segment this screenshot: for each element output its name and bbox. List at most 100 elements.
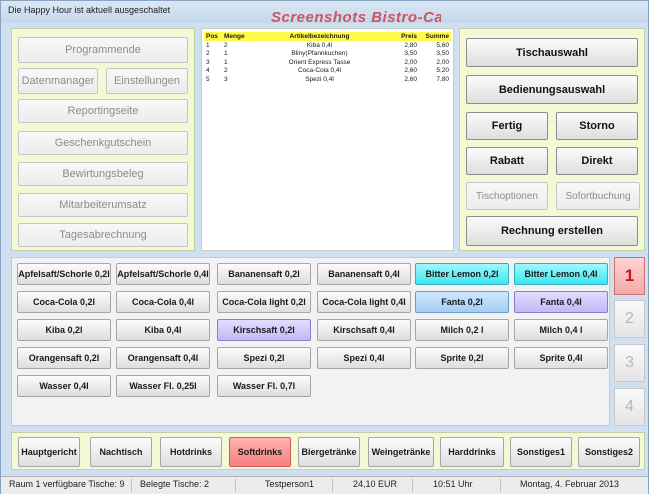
order-preis: 2,00 [404, 58, 417, 66]
order-pos: 1 [206, 41, 210, 49]
order-artikel: Spezi 0,4l [305, 75, 334, 83]
status-uhrzeit: 10:51 Uhr [429, 479, 501, 492]
product-apfelsaft-0-2[interactable]: Apfelsaft/Schorle 0,2l [17, 263, 111, 285]
action-panel: Tischauswahl Bedienungsauswahl Fertig St… [459, 28, 645, 251]
category-weingetraenke[interactable]: Weingetränke [368, 437, 434, 467]
order-preis: 3,50 [404, 50, 417, 58]
programmende-button[interactable]: Programmende [18, 37, 188, 63]
direkt-button[interactable]: Direkt [556, 147, 638, 175]
app-window: Die Happy Hour ist aktuell ausgeschaltet… [0, 0, 649, 494]
order-menge: 1 [224, 50, 228, 58]
order-artikel: Kiba 0,4l [306, 41, 333, 49]
product-sprite-0-2[interactable]: Sprite 0,2l [415, 347, 509, 369]
product-milch-0-2[interactable]: Milch 0,2 l [415, 319, 509, 341]
product-kiba-0-4[interactable]: Kiba 0,4l [116, 319, 210, 341]
category-sonstiges1[interactable]: Sonstiges1 [510, 437, 572, 467]
page-2-button[interactable]: 2 [614, 300, 645, 338]
product-kirschsaft-0-4[interactable]: Kirschsaft 0,4l [317, 319, 411, 341]
order-row[interactable]: 5 3 Spezi 0,4l 2,60 7,80 [204, 75, 451, 84]
product-coca-cola-0-4[interactable]: Coca-Cola 0,4l [116, 291, 210, 313]
einstellungen-button[interactable]: Einstellungen [106, 68, 188, 94]
rabatt-button[interactable]: Rabatt [466, 147, 548, 175]
header-pos: Pos [204, 32, 222, 41]
order-list: Pos Menge Artikelbezeichnung Preis Summe… [201, 28, 454, 251]
tischoptionen-button[interactable]: Tischoptionen [466, 182, 548, 210]
bedienungsauswahl-button[interactable]: Bedienungsauswahl [466, 75, 638, 104]
bewirtungsbeleg-button[interactable]: Bewirtungsbeleg [18, 162, 188, 186]
tischauswahl-button[interactable]: Tischauswahl [466, 38, 638, 67]
admin-panel: Programmende Datenmanager Einstellungen … [11, 28, 195, 251]
header-preis: Preis [387, 32, 419, 41]
page-1-button[interactable]: 1 [614, 257, 645, 295]
product-kirschsaft-0-2[interactable]: Kirschsaft 0,2l [217, 319, 311, 341]
order-preis: 2,60 [404, 67, 417, 75]
order-row[interactable]: 4 2 Coca-Cola 0,4l 2,60 5,20 [204, 67, 451, 76]
product-sprite-0-4[interactable]: Sprite 0,4l [514, 347, 608, 369]
product-coca-cola-0-2[interactable]: Coca-Cola 0,2l [17, 291, 111, 313]
category-hotdrinks[interactable]: Hotdrinks [160, 437, 222, 467]
product-bananensaft-0-2[interactable]: Bananensaft 0,2l [217, 263, 311, 285]
mitarbeiterumsatz-button[interactable]: Mitarbeiterumsatz [18, 193, 188, 217]
order-row[interactable]: 2 1 Bliny(Pfannkuchen) 3,50 3,50 [204, 50, 451, 59]
order-menge: 1 [224, 58, 228, 66]
header-artikel: Artikelbezeichnung [252, 32, 387, 41]
product-orangensaft-0-2[interactable]: Orangensaft 0,2l [17, 347, 111, 369]
product-apfelsaft-0-4[interactable]: Apfelsaft/Schorle 0,4l [116, 263, 210, 285]
order-summe: 2,00 [436, 58, 449, 66]
order-pos: 3 [206, 58, 210, 66]
product-coca-cola-light-0-4[interactable]: Coca-Cola light 0,4l [317, 291, 411, 313]
order-summe: 5,60 [436, 41, 449, 49]
header-summe: Summe [419, 32, 451, 41]
datenmanager-button[interactable]: Datenmanager [18, 68, 98, 94]
product-wasser-0-4[interactable]: Wasser 0,4l [17, 375, 111, 397]
product-wasser-fl-0-7[interactable]: Wasser Fl. 0,7l [217, 375, 311, 397]
status-bar: Raum 1 verfügbare Tische: 9 Belegte Tisc… [1, 476, 648, 494]
order-header-row: Pos Menge Artikelbezeichnung Preis Summe [204, 32, 451, 41]
rechnung-erstellen-button[interactable]: Rechnung erstellen [466, 216, 638, 246]
product-pager: 1 2 3 4 [614, 257, 645, 426]
order-row[interactable]: 1 2 Kiba 0,4l 2,80 5,60 [204, 41, 451, 50]
product-fanta-0-2[interactable]: Fanta 0,2l [415, 291, 509, 313]
category-nachtisch[interactable]: Nachtisch [90, 437, 152, 467]
product-bananensaft-0-4[interactable]: Bananensaft 0,4l [317, 263, 411, 285]
order-menge: 2 [224, 67, 228, 75]
tagesabrechnung-button[interactable]: Tagesabrechnung [18, 223, 188, 247]
order-summe: 3,50 [436, 50, 449, 58]
product-bitter-lemon-0-2[interactable]: Bitter Lemon 0,2l [415, 263, 509, 285]
product-wasser-fl-0-25[interactable]: Wasser Fl. 0,25l [116, 375, 210, 397]
status-raum: Raum 1 verfügbare Tische: 9 [5, 479, 132, 492]
page-3-button[interactable]: 3 [614, 344, 645, 382]
window-title: Die Happy Hour ist aktuell ausgeschaltet [8, 5, 171, 15]
reportingseite-button[interactable]: Reportingseite [18, 99, 188, 123]
header-menge: Menge [222, 32, 252, 41]
fertig-button[interactable]: Fertig [466, 112, 548, 140]
product-orangensaft-0-4[interactable]: Orangensaft 0,4l [116, 347, 210, 369]
category-softdrinks[interactable]: Softdrinks [229, 437, 291, 467]
order-pos: 2 [206, 50, 210, 58]
category-biergetraenke[interactable]: Biergetränke [298, 437, 360, 467]
product-coca-cola-light-0-2[interactable]: Coca-Cola light 0,2l [217, 291, 311, 313]
order-pos: 4 [206, 67, 210, 75]
product-spezi-0-4[interactable]: Spezi 0,4l [317, 347, 411, 369]
product-fanta-0-4[interactable]: Fanta 0,4l [514, 291, 608, 313]
order-summe: 7,80 [436, 75, 449, 83]
status-person: Testperson1 [261, 479, 333, 492]
product-kiba-0-2[interactable]: Kiba 0,2l [17, 319, 111, 341]
order-artikel: Bliny(Pfannkuchen) [291, 50, 348, 58]
page-4-button[interactable]: 4 [614, 388, 645, 426]
category-sonstiges2[interactable]: Sonstiges2 [578, 437, 640, 467]
sofortbuchung-button[interactable]: Sofortbuchung [556, 182, 640, 210]
order-preis: 2,60 [404, 75, 417, 83]
status-betrag: 24,10 EUR [349, 479, 413, 492]
product-milch-0-4[interactable]: Milch 0,4 l [514, 319, 608, 341]
geschenkgutschein-button[interactable]: Geschenkgutschein [18, 131, 188, 155]
product-spezi-0-2[interactable]: Spezi 0,2l [217, 347, 311, 369]
product-bitter-lemon-0-4[interactable]: Bitter Lemon 0,4l [514, 263, 608, 285]
order-row[interactable]: 3 1 Orient Express Tasse 2,00 2,00 [204, 58, 451, 67]
category-harddrinks[interactable]: Harddrinks [440, 437, 504, 467]
order-artikel: Orient Express Tasse [288, 58, 351, 66]
product-grid: Apfelsaft/Schorle 0,2l Apfelsaft/Schorle… [11, 257, 610, 426]
category-hauptgericht[interactable]: Hauptgericht [18, 437, 80, 467]
watermark-logo: Screenshots Bistro-Cash [271, 9, 441, 23]
storno-button[interactable]: Storno [556, 112, 638, 140]
